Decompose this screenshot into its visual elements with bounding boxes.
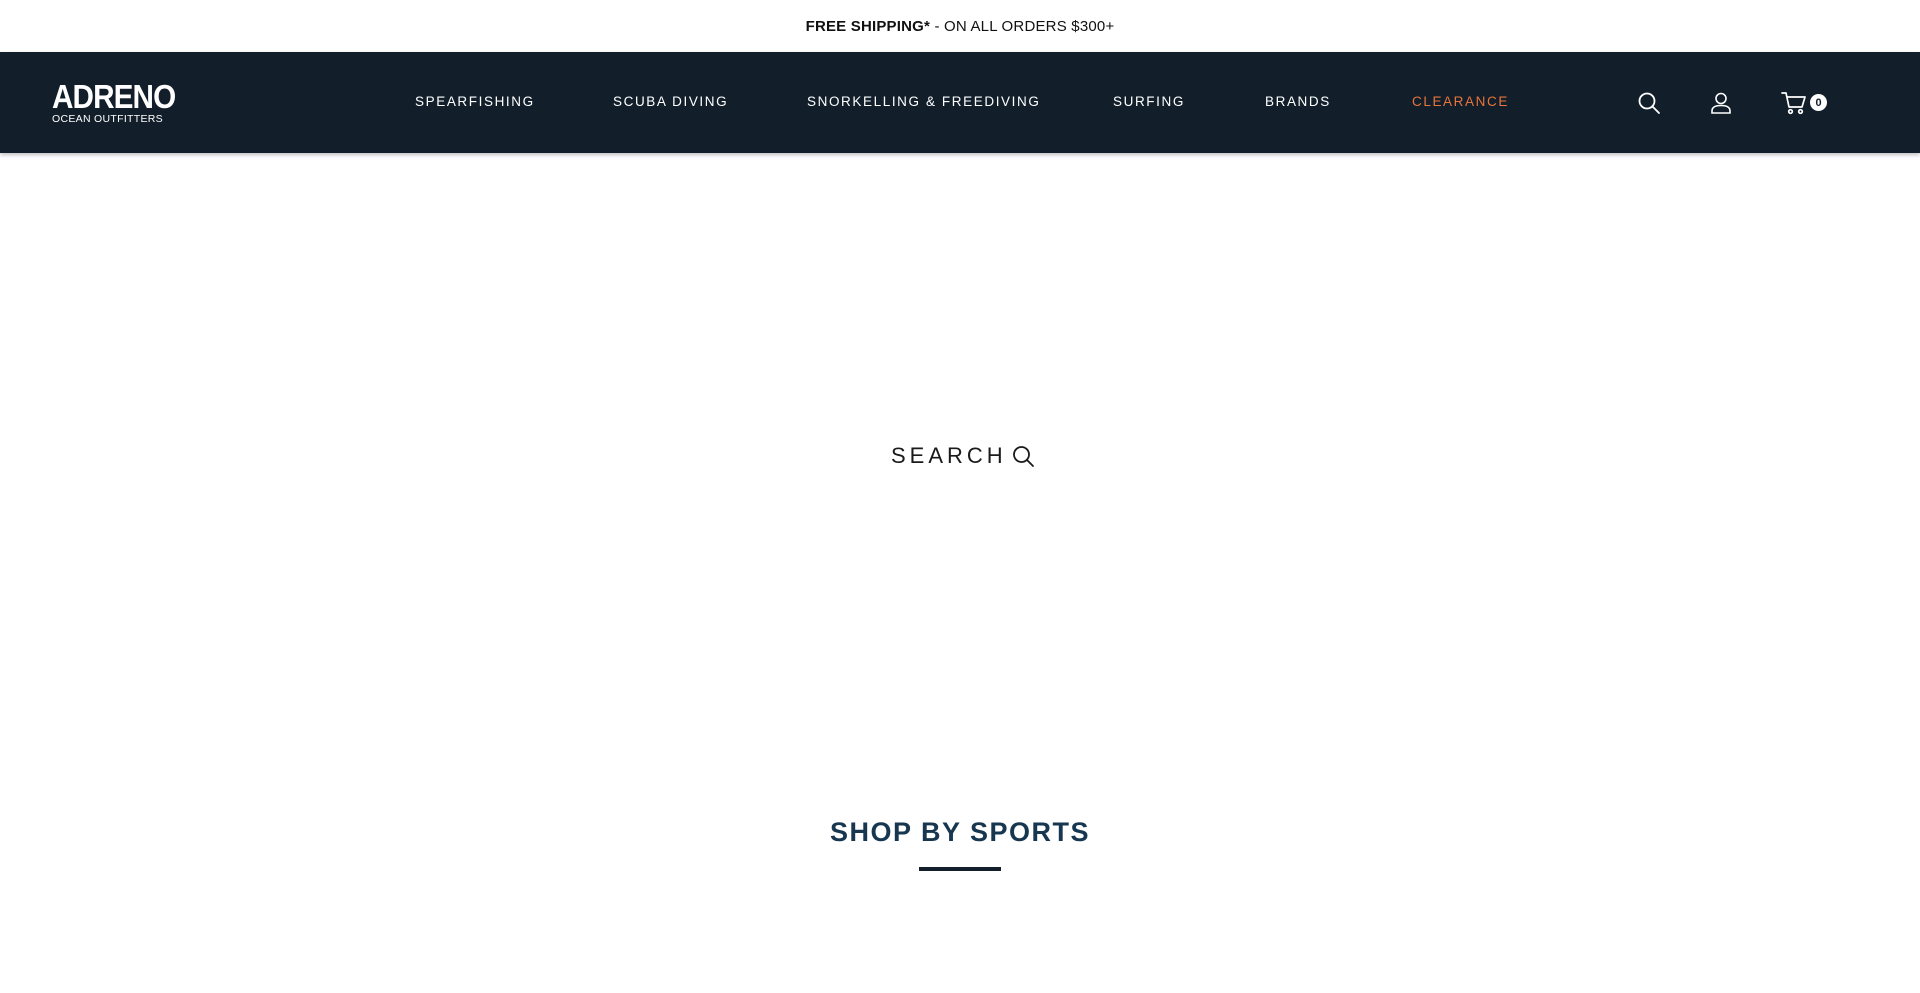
nav-item-brands[interactable]: BRANDS [1265,94,1331,112]
nav-item-spearfishing[interactable]: SPEARFISHING [415,94,535,112]
announcement-text: - ON ALL ORDERS $300+ [930,17,1115,35]
main-nav: SPEARFISHING SCUBA DIVING SNORKELLING & … [0,52,1920,153]
cart-icon[interactable] [1781,90,1807,116]
search-icon [1012,446,1034,467]
title-underline [919,867,1001,871]
nav-item-scuba-diving[interactable]: SCUBA DIVING [613,94,728,112]
search-icon[interactable] [1636,90,1662,116]
account-icon[interactable] [1708,90,1734,116]
cart-count-badge: 0 [1810,94,1827,111]
hero-search-label: SEARCH [891,443,1007,468]
nav-item-clearance[interactable]: CLEARANCE [1412,94,1509,112]
nav-item-surfing[interactable]: SURFING [1113,94,1185,112]
hero-search-button[interactable]: SEARCH [891,443,1035,469]
site-header: ADRENO OCEAN OUTFITTERS SPEARFISHING SCU… [0,52,1920,153]
nav-item-snorkelling-freediving[interactable]: SNORKELLING & FREEDIVING [807,94,1040,112]
announcement-bold: FREE SHIPPING* [805,17,931,35]
announcement-bar: FREE SHIPPING* - ON ALL ORDERS $300+ [0,0,1920,52]
shop-by-sports-title: SHOP BY SPORTS [829,817,1091,847]
